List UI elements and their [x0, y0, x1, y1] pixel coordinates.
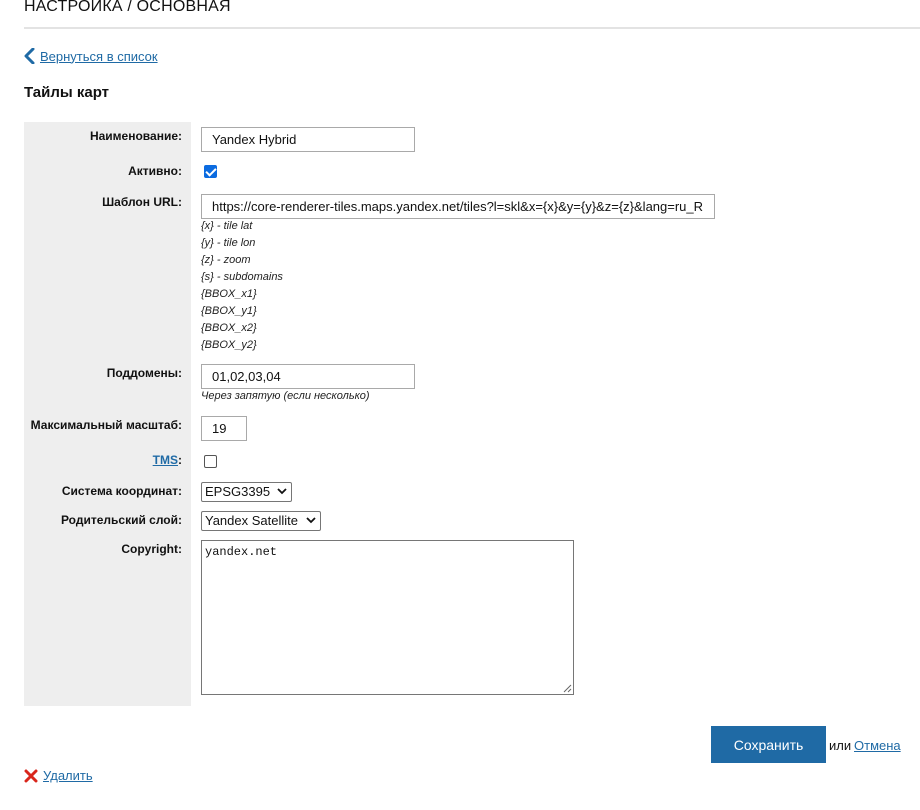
coord-system-select[interactable]: EPSG3395: [201, 482, 292, 502]
chevron-left-icon: [24, 48, 35, 64]
page-title: НАСТРОЙКА / ОСНОВНАЯ: [24, 0, 231, 15]
form-label-panel: [24, 122, 191, 706]
active-checkbox[interactable]: [204, 165, 217, 178]
name-label: Наименование:: [89, 129, 182, 143]
back-link-label[interactable]: Вернуться в список: [40, 49, 158, 64]
tms-link[interactable]: TMS: [153, 453, 178, 467]
url-template-input[interactable]: [201, 194, 715, 219]
copyright-label: Copyright:: [121, 542, 182, 556]
back-link[interactable]: Вернуться в список: [24, 48, 158, 64]
close-icon: [24, 769, 38, 782]
resize-handle-icon[interactable]: [563, 684, 572, 693]
subdomains-label: Поддомены:: [106, 366, 182, 380]
parent-layer-select[interactable]: Yandex Satellite: [201, 511, 321, 531]
tms-label: TMS:: [153, 453, 182, 467]
parent-layer-value: Yandex Satellite: [205, 513, 298, 528]
save-button[interactable]: Сохранить: [711, 726, 826, 763]
max-zoom-input[interactable]: [201, 416, 247, 441]
tms-checkbox[interactable]: [204, 455, 217, 468]
chevron-down-icon: [306, 517, 316, 524]
copyright-textarea[interactable]: yandex.net: [201, 540, 574, 695]
name-input[interactable]: [201, 127, 415, 152]
cancel-link[interactable]: Отмена: [854, 738, 901, 753]
url-hint: {BBOX_y2}: [201, 339, 257, 351]
url-hint: {x} - tile lat: [201, 220, 253, 232]
url-hint: {BBOX_y1}: [201, 305, 257, 317]
url-template-hints: {x} - tile lat {y} - tile lon {z} - zoom…: [201, 218, 283, 354]
chevron-down-icon: [277, 488, 287, 495]
parent-layer-label: Родительский слой:: [60, 513, 182, 527]
copyright-value: yandex.net: [205, 545, 278, 559]
or-text: или: [829, 738, 852, 753]
tms-label-suffix: :: [178, 453, 182, 467]
max-zoom-label: Максимальный масштаб:: [30, 418, 182, 432]
url-hint: {BBOX_x2}: [201, 322, 257, 334]
delete-link[interactable]: Удалить: [24, 768, 93, 783]
url-hint: {BBOX_x1}: [201, 288, 257, 300]
url-template-label: Шаблон URL:: [102, 195, 182, 209]
subdomains-hint: Через запятую (если несколько): [201, 390, 370, 402]
url-hint: {z} - zoom: [201, 254, 251, 266]
coord-system-value: EPSG3395: [205, 484, 271, 499]
title-divider: [24, 27, 920, 29]
delete-link-label[interactable]: Удалить: [43, 768, 93, 783]
coord-system-label: Система координат:: [61, 484, 182, 498]
url-hint: {y} - tile lon: [201, 237, 256, 249]
subdomains-input[interactable]: [201, 364, 415, 389]
section-title: Тайлы карт: [24, 84, 110, 101]
url-hint: {s} - subdomains: [201, 271, 283, 283]
active-label: Активно:: [128, 164, 182, 178]
